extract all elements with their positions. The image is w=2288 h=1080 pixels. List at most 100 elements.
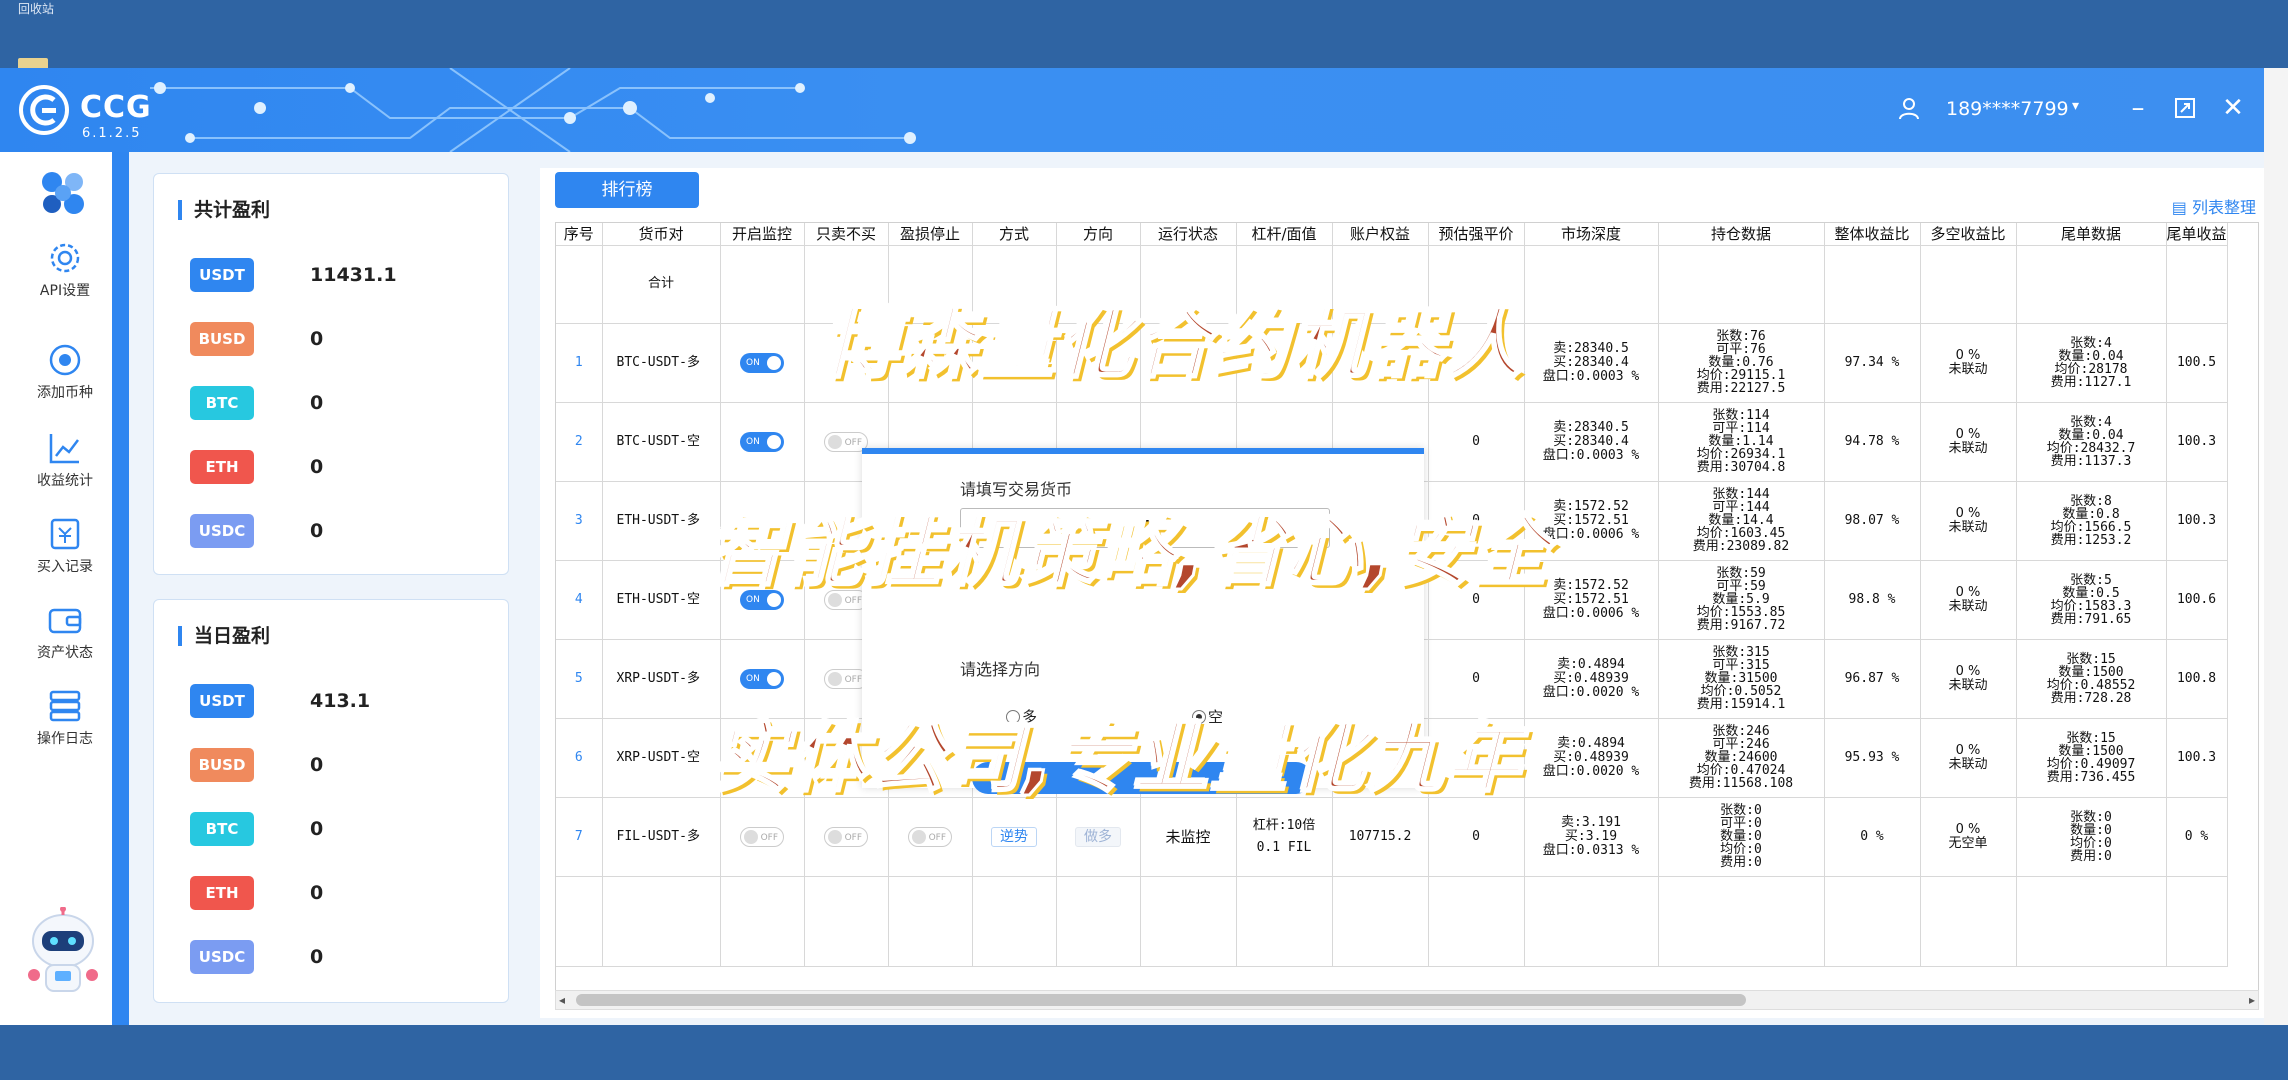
- est-liquidation-price: 0: [1428, 797, 1525, 877]
- tail-order-return: 100.8: [2166, 639, 2228, 719]
- position-data: 张数:76 可平:76 数量:0.76 均价:29115.1 费用:22127.5: [1658, 323, 1825, 403]
- sidebar: API设置 添加币种 收益统计 买入记录 资产状态 操作日志: [0, 152, 112, 1025]
- chevron-down-icon[interactable]: ▾: [2072, 98, 2079, 114]
- column-header[interactable]: 尾单收益: [2166, 223, 2228, 246]
- currency-pair[interactable]: BTC-USDT-多: [602, 323, 721, 403]
- robot-mascot-icon[interactable]: [22, 907, 104, 999]
- column-header[interactable]: 方向: [1056, 223, 1141, 246]
- sidebar-item-profit-stats[interactable]: 收益统计: [0, 430, 130, 490]
- column-header[interactable]: 运行状态: [1140, 223, 1237, 246]
- direction-cell[interactable]: 做多: [1056, 797, 1141, 877]
- sidebar-accent: [112, 152, 129, 1025]
- sidebar-item-add-coin[interactable]: 添加币种: [0, 342, 130, 402]
- mode-cell[interactable]: 逆势: [972, 797, 1057, 877]
- multiline-value: 杠杆:10倍 0.1 FIL: [1252, 817, 1316, 855]
- monitor-toggle-cell[interactable]: ON: [720, 402, 805, 482]
- column-header[interactable]: 账户权益: [1332, 223, 1429, 246]
- tail-order-return: 100.5: [2166, 323, 2228, 403]
- column-header[interactable]: 持仓数据: [1658, 223, 1825, 246]
- column-header[interactable]: 尾单数据: [2016, 223, 2167, 246]
- horizontal-scrollbar[interactable]: ◂ ▸: [555, 990, 2259, 1010]
- column-header[interactable]: 开启监控: [720, 223, 805, 246]
- sidebar-item-label: 操作日志: [37, 731, 93, 747]
- toggle-switch[interactable]: ON: [740, 668, 784, 689]
- column-header[interactable]: 预估强平价: [1428, 223, 1525, 246]
- username[interactable]: 189****7799: [1946, 98, 2069, 120]
- column-header[interactable]: 方式: [972, 223, 1057, 246]
- sidebar-item-buy-records[interactable]: 买入记录: [0, 516, 130, 576]
- toggle-switch[interactable]: OFF: [824, 826, 868, 847]
- toggle-switch[interactable]: ON: [740, 431, 784, 452]
- coin-row-usdc: USDC 0: [190, 514, 490, 548]
- currency-pair[interactable]: XRP-USDT-空: [602, 718, 721, 798]
- maximize-button[interactable]: [2167, 90, 2203, 126]
- currency-pair[interactable]: FIL-USDT-多: [602, 797, 721, 877]
- total-return-ratio: 98.8 %: [1824, 560, 1921, 640]
- desktop-recycle-bin-label[interactable]: 回收站: [18, 0, 54, 17]
- column-header[interactable]: 只卖不买: [804, 223, 889, 246]
- list-organize-label: 列表整理: [2191, 198, 2256, 217]
- column-header[interactable]: 盈损停止: [888, 223, 973, 246]
- position-data: 张数:144 可平:144 数量:14.4 均价:1603.45 费用:23089.82: [1658, 481, 1825, 561]
- total-profit-card: 共计盈利 USDT 11431.1 BUSD 0 BTC 0 ETH 0 USD…: [153, 173, 509, 575]
- multiline-value: 张数:114 可平:114 数量:1.14 均价:26934.1 费用:30704.8: [1696, 408, 1786, 475]
- table-cell: [720, 245, 805, 324]
- ranking-button[interactable]: 排行榜: [555, 172, 699, 208]
- column-header[interactable]: 市场深度: [1524, 223, 1659, 246]
- scrollbar-thumb[interactable]: [576, 994, 1746, 1006]
- row-index: 5: [556, 639, 603, 719]
- list-organize-button[interactable]: ▤ 列表整理: [2172, 194, 2256, 218]
- direction-button[interactable]: 做多: [1075, 826, 1121, 847]
- table-cell: [556, 245, 603, 324]
- coin-badge: BTC: [190, 386, 254, 420]
- toggle-switch[interactable]: ON: [740, 352, 784, 373]
- scroll-left-icon[interactable]: ◂: [559, 991, 565, 1009]
- sidebar-item-asset-status[interactable]: 资产状态: [0, 602, 130, 662]
- tail-order-data: 张数:8 数量:0.8 均价:1566.5 费用:1253.2: [2016, 481, 2167, 561]
- tail-order-return: 100.6: [2166, 560, 2228, 640]
- account-equity: 107715.2: [1332, 797, 1429, 877]
- currency-pair[interactable]: ETH-USDT-空: [602, 560, 721, 640]
- coin-value: 0: [310, 392, 324, 414]
- table-row[interactable]: 7 FIL-USDT-多 OFF OFF OFF 逆势 做多 未监控 杠杆:10倍 0.1 FIL…: [556, 797, 2228, 877]
- tail-order-data: 张数:4 数量:0.04 均价:28432.7 费用:1137.3: [2016, 402, 2167, 482]
- column-header[interactable]: 多空收益比: [1920, 223, 2017, 246]
- column-header[interactable]: 货币对: [602, 223, 721, 246]
- position-data: 张数:0 可平:0 数量:0 均价:0 费用:0: [1658, 797, 1825, 877]
- mode-button[interactable]: 逆势: [991, 826, 1037, 847]
- sell-only-toggle-cell[interactable]: OFF: [804, 797, 889, 877]
- coin-value: 0: [310, 456, 324, 478]
- close-button[interactable]: ✕: [2215, 90, 2251, 126]
- multiline-value: 张数:5 数量:0.5 均价:1583.3 费用:791.65: [2050, 572, 2132, 627]
- list-icon: ▤: [2171, 198, 2192, 217]
- column-header[interactable]: 序号: [556, 223, 603, 246]
- stop-loss-toggle-cell[interactable]: OFF: [888, 797, 973, 877]
- table-cell: [2166, 245, 2228, 324]
- table-cell: [602, 876, 721, 967]
- market-depth: 卖:28340.5 买:28340.4 盘口:0.0003 %: [1524, 323, 1659, 403]
- toggle-switch[interactable]: OFF: [740, 826, 784, 847]
- minimize-button[interactable]: –: [2120, 90, 2156, 126]
- currency-pair[interactable]: BTC-USDT-空: [602, 402, 721, 482]
- currency-pair[interactable]: ETH-USDT-多: [602, 481, 721, 561]
- multiline-value: 0 % 未联动: [1948, 426, 1988, 456]
- user-icon[interactable]: [1897, 96, 1921, 120]
- column-header[interactable]: 杠杆/面值: [1236, 223, 1333, 246]
- table-cell: [1236, 876, 1333, 967]
- app-version: 6.1.2.5: [82, 126, 142, 141]
- column-header[interactable]: 整体收益比: [1824, 223, 1921, 246]
- table-cell: [972, 876, 1057, 967]
- scroll-right-icon[interactable]: ▸: [2249, 991, 2255, 1009]
- currency-pair[interactable]: XRP-USDT-多: [602, 639, 721, 719]
- monitor-toggle-cell[interactable]: ON: [720, 323, 805, 403]
- total-return-ratio: 98.07 %: [1824, 481, 1921, 561]
- sidebar-item-api[interactable]: API设置: [0, 240, 130, 300]
- table-cell: [1658, 245, 1825, 324]
- multiline-value: 张数:8 数量:0.8 均价:1566.5 费用:1253.2: [2050, 493, 2132, 548]
- monitor-toggle-cell[interactable]: OFF: [720, 797, 805, 877]
- table-cell: [804, 876, 889, 967]
- toggle-switch[interactable]: OFF: [908, 826, 952, 847]
- log-icon: [49, 690, 81, 722]
- sidebar-item-operation-log[interactable]: 操作日志: [0, 688, 130, 748]
- app-logo-icon: [42, 172, 84, 214]
